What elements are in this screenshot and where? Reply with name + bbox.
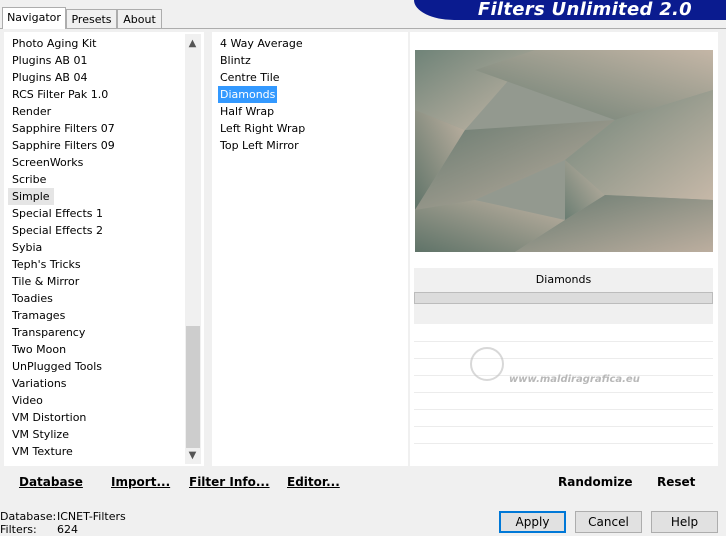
category-item[interactable]: Plugins AB 04 (12, 69, 87, 86)
category-item[interactable]: Simple (8, 188, 54, 205)
editor-button[interactable]: Editor... (287, 475, 340, 489)
chevron-up-icon[interactable]: ▲ (185, 36, 200, 51)
tab-navigator[interactable]: Navigator (2, 7, 66, 29)
tab-divider (0, 28, 726, 29)
param-line (414, 443, 713, 444)
filter-info-button[interactable]: Filter Info... (189, 475, 270, 489)
param-line (414, 409, 713, 410)
preview-image (415, 50, 713, 252)
filter-item[interactable]: Centre Tile (220, 69, 280, 86)
category-item[interactable]: VM Distortion (12, 409, 86, 426)
category-item[interactable]: Variations (12, 375, 67, 392)
help-button[interactable]: Help (651, 511, 718, 533)
category-scrollbar[interactable]: ▲ ▼ (185, 34, 201, 464)
watermark-logo-icon (470, 347, 504, 381)
category-item[interactable]: VM Texture (12, 443, 73, 460)
category-item[interactable]: Sapphire Filters 09 (12, 137, 115, 154)
filter-item[interactable]: 4 Way Average (220, 35, 303, 52)
tab-about[interactable]: About (117, 9, 162, 28)
progress-bar (414, 292, 713, 304)
diamond-pattern-preview (415, 50, 713, 252)
import-button[interactable]: Import... (111, 475, 170, 489)
filter-item[interactable]: Half Wrap (220, 103, 274, 120)
reset-button[interactable]: Reset (657, 475, 695, 489)
filter-item[interactable]: Diamonds (218, 86, 278, 103)
randomize-button[interactable]: Randomize (558, 475, 632, 489)
category-item[interactable]: VM Stylize (12, 426, 69, 443)
category-item[interactable]: Sapphire Filters 07 (12, 120, 115, 137)
category-item[interactable]: Special Effects 2 (12, 222, 103, 239)
cancel-button[interactable]: Cancel (575, 511, 642, 533)
filters-count-label: Filters: (0, 523, 37, 536)
category-item[interactable]: Two Moon (12, 341, 66, 358)
filters-count-value: 624 (57, 523, 78, 536)
param-line (414, 341, 713, 342)
watermark-text: www.maldiragrafica.eu (509, 374, 640, 385)
category-item[interactable]: Photo Aging Kit (12, 35, 96, 52)
param-line (414, 358, 713, 359)
category-item[interactable]: RCS Filter Pak 1.0 (12, 86, 108, 103)
preview-filter-name: Diamonds (414, 268, 713, 292)
title-banner: Filters Unlimited 2.0 (414, 0, 726, 20)
category-item[interactable]: Render (12, 103, 51, 120)
category-item[interactable]: ScreenWorks (12, 154, 83, 171)
category-item[interactable]: Video (12, 392, 43, 409)
database-value: ICNET-Filters (57, 510, 126, 523)
scrollbar-thumb[interactable] (186, 326, 200, 448)
category-item[interactable]: Teph's Tricks (12, 256, 81, 273)
category-item[interactable]: Tile & Mirror (12, 273, 79, 290)
category-item[interactable]: Sybia (12, 239, 42, 256)
parameter-header (414, 304, 713, 324)
filter-item[interactable]: Left Right Wrap (220, 120, 305, 137)
category-item[interactable]: Plugins AB 01 (12, 52, 87, 69)
database-label: Database: (0, 510, 57, 523)
category-item[interactable]: Transparency (12, 324, 85, 341)
database-button[interactable]: Database (19, 475, 83, 489)
param-line (414, 392, 713, 393)
tab-presets[interactable]: Presets (66, 9, 117, 28)
category-item[interactable]: Tramages (12, 307, 65, 324)
category-item[interactable]: Scribe (12, 171, 46, 188)
category-item[interactable]: Special Effects 1 (12, 205, 103, 222)
filter-item[interactable]: Top Left Mirror (220, 137, 299, 154)
filter-item[interactable]: Blintz (220, 52, 251, 69)
apply-button[interactable]: Apply (499, 511, 566, 533)
chevron-down-icon[interactable]: ▼ (185, 448, 200, 463)
category-item[interactable]: Toadies (12, 290, 53, 307)
category-item[interactable]: UnPlugged Tools (12, 358, 102, 375)
banner-title: Filters Unlimited 2.0 (477, 0, 692, 20)
param-line (414, 426, 713, 427)
